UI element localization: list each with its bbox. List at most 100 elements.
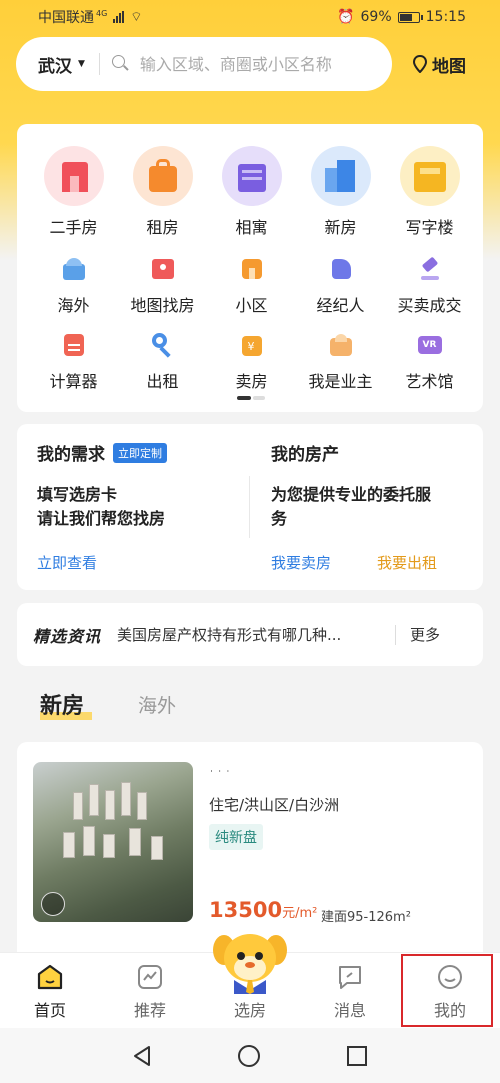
listing-image[interactable] [33, 762, 193, 922]
my-property-title: 我的房产 [271, 445, 339, 465]
category-gallery[interactable]: VR 艺术馆 [385, 332, 474, 392]
owner-icon [328, 332, 354, 358]
listing-area: 建面95-126m² [321, 910, 411, 925]
nav-recommend[interactable]: 推荐 [100, 953, 200, 1028]
rent-out-link[interactable]: 我要出租 [377, 552, 437, 573]
divider [249, 476, 250, 538]
status-bar: 中国联通 4G ⌔ ⏰ 69% 15:15 [0, 0, 500, 34]
sell-house-link[interactable]: 我要卖房 [271, 552, 331, 573]
category-community[interactable]: 小区 [207, 256, 296, 316]
search-box[interactable]: 武汉 ▼ [16, 37, 392, 91]
listing-card[interactable]: ˙ ˙ ˙ 住宅/洪山区/白沙洲 纯新盘 13500元/m² 建面95-126m… [17, 742, 483, 957]
nav-label: 选房 [233, 1001, 266, 1020]
category-deals[interactable]: 买卖成交 [385, 256, 474, 316]
property-line-2: 务 [271, 509, 288, 528]
city-selector[interactable]: 武汉 [38, 52, 72, 77]
tab-overseas[interactable]: 海外 [138, 691, 176, 718]
category-row-2: 海外 地图找房 小区 经纪人 买卖成交 [17, 256, 483, 316]
category-label: 小区 [235, 296, 268, 315]
alarm-icon: ⏰ [337, 9, 355, 25]
category-overseas[interactable]: 海外 [29, 256, 118, 316]
map-button[interactable]: 地图 [412, 52, 466, 77]
my-property-section[interactable]: 我的房产 为您提供专业的委托服 务 [271, 440, 431, 531]
price-value: 13500 [209, 898, 283, 922]
overseas-icon [61, 256, 87, 282]
apartment-icon [221, 146, 282, 206]
office-icon [399, 146, 460, 206]
category-label: 买卖成交 [397, 296, 462, 315]
category-second-hand[interactable]: 二手房 [29, 146, 118, 238]
category-label: 相寓 [235, 218, 268, 237]
category-owner[interactable]: 我是业主 [296, 332, 385, 392]
new-house-icon [310, 146, 371, 206]
search-row: 武汉 ▼ 地图 [16, 36, 484, 92]
caret-down-icon[interactable]: ▼ [78, 59, 85, 69]
nav-messages[interactable]: 消息 [300, 953, 400, 1028]
category-apartment[interactable]: 相寓 [207, 146, 296, 238]
category-row-1: 二手房 租房 相寓 新房 写字楼 [17, 146, 483, 238]
nav-profile[interactable]: 我的 [400, 953, 500, 1028]
view-now-link[interactable]: 立即查看 [37, 552, 97, 573]
category-label: 新房 [324, 218, 357, 237]
nav-home[interactable]: 首页 [0, 953, 100, 1028]
network-label: 4G [96, 8, 108, 18]
category-label: 二手房 [49, 218, 98, 237]
page-indicator [237, 396, 265, 400]
deal-hammer-icon [417, 256, 443, 282]
my-demand-section[interactable]: 我的需求 立即定制 填写选房卡 请让我们帮您找房 [37, 440, 167, 531]
clock: 15:15 [425, 9, 466, 25]
recent-apps-icon[interactable] [345, 1044, 369, 1068]
news-card[interactable]: 精选资讯 美国房屋产权持有形式有哪几种... 更多 [17, 603, 483, 666]
price-unit: 元/m² [282, 906, 318, 921]
category-calculator[interactable]: 计算器 [29, 332, 118, 392]
system-nav-bar [0, 1028, 500, 1083]
tab-new-house[interactable]: 新房 [40, 688, 93, 720]
battery-percent: 69% [360, 9, 392, 25]
nav-label: 首页 [33, 1001, 66, 1020]
agent-icon [328, 256, 354, 282]
category-office[interactable]: 写字楼 [385, 146, 474, 238]
listing-name: ˙ ˙ ˙ [209, 770, 231, 781]
demand-line-1: 填写选房卡 [37, 485, 118, 504]
divider [395, 624, 397, 645]
nav-label: 推荐 [133, 1001, 166, 1020]
category-map-search[interactable]: 地图找房 [118, 256, 207, 316]
category-label: 艺术馆 [405, 372, 454, 391]
rent-icon [132, 146, 193, 206]
map-search-icon [150, 256, 176, 282]
category-label: 海外 [57, 296, 90, 315]
news-brand: 精选资讯 [33, 626, 102, 646]
signal-icon [113, 11, 125, 23]
lease-key-icon [150, 332, 176, 358]
news-headline[interactable]: 美国房屋产权持有形式有哪几种... [117, 624, 387, 645]
sell-house-icon: ¥ [239, 332, 265, 358]
calculator-icon [61, 332, 87, 358]
more-news-link[interactable]: 更多 [410, 624, 440, 645]
category-label: 卖房 [235, 372, 268, 391]
map-pin-icon [412, 55, 428, 73]
profile-icon [438, 965, 462, 989]
category-sell[interactable]: ¥ 卖房 [207, 332, 296, 392]
demand-card: 我的需求 立即定制 填写选房卡 请让我们帮您找房 立即查看 我的房产 为您提供专… [17, 424, 483, 590]
listing-tabs: 新房 海外 [40, 688, 176, 720]
vr-view-icon[interactable] [41, 892, 65, 916]
battery-icon [397, 11, 423, 23]
category-new-house[interactable]: 新房 [296, 146, 385, 238]
home-circle-icon[interactable] [236, 1043, 262, 1069]
second-hand-house-icon [43, 146, 104, 206]
mascot-icon[interactable] [212, 928, 288, 994]
carrier-label: 中国联通 [38, 10, 94, 26]
listing-price: 13500元/m² [209, 898, 317, 922]
customize-badge[interactable]: 立即定制 [113, 442, 167, 463]
category-label: 租房 [146, 218, 179, 237]
back-icon[interactable] [131, 1044, 153, 1068]
category-row-3: 计算器 出租 ¥ 卖房 我是业主 VR 艺术馆 [17, 332, 483, 392]
listing-type: 住宅/洪山区/白沙洲 [209, 796, 340, 814]
category-label: 写字楼 [405, 218, 454, 237]
category-rent[interactable]: 租房 [118, 146, 207, 238]
category-lease[interactable]: 出租 [118, 332, 207, 392]
search-input[interactable] [139, 54, 380, 74]
category-label: 出租 [146, 372, 179, 391]
category-agent[interactable]: 经纪人 [296, 256, 385, 316]
category-label: 地图找房 [130, 296, 195, 315]
